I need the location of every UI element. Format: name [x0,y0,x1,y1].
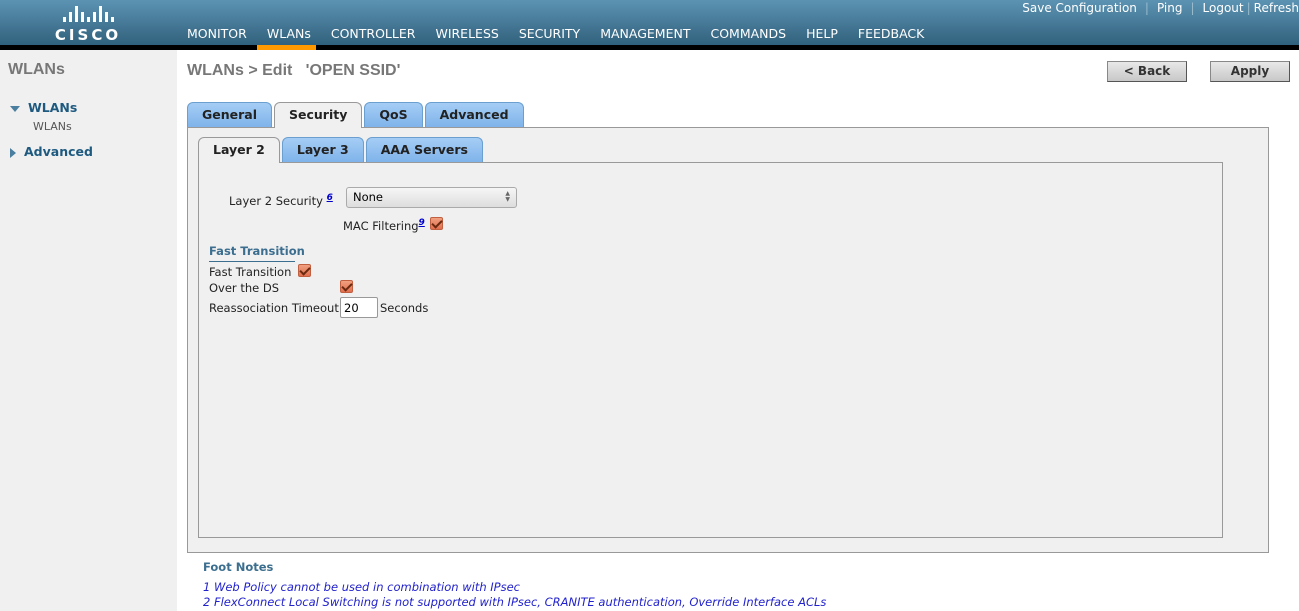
caret-right-icon [10,147,16,158]
nav-wireless[interactable]: WIRELESS [435,26,498,41]
sidebar-group-label: Advanced [24,144,93,159]
sidebar-group-label: WLANs [28,100,78,115]
reassociation-timeout-input[interactable] [340,297,378,318]
nav-controller[interactable]: CONTROLLER [331,26,416,41]
security-subtabs: Layer 2 Layer 3 AAA Servers [198,137,485,163]
layer2-security-label: Layer 2 Security 6 [229,193,333,208]
footnote-link[interactable]: 6 [327,193,333,203]
nav-management[interactable]: MANAGEMENT [600,26,690,41]
cisco-logo: CISCO [52,4,124,44]
footnotes-heading: Foot Notes [203,560,274,574]
nav-help[interactable]: HELP [806,26,838,41]
header-divider [0,45,1299,50]
tab-qos[interactable]: QoS [364,102,423,127]
caret-down-icon [10,105,20,112]
tab-advanced[interactable]: Advanced [424,102,524,127]
nav-commands[interactable]: COMMANDS [710,26,786,41]
tab-general[interactable]: General [187,102,272,127]
select-value: None [353,190,384,204]
page-title: WLANs > Edit 'OPEN SSID' [187,62,401,79]
mac-filtering-label: MAC Filtering9 [343,218,425,233]
sidebar: WLANs WLANs WLANs Advanced [0,50,177,611]
footnote-item: 1 Web Policy cannot be used in combinati… [203,580,520,594]
sidebar-group-wlans[interactable]: WLANs [10,100,77,115]
footnote-item: 2 FlexConnect Local Switching is not sup… [203,595,827,609]
ping-link[interactable]: Ping [1157,1,1183,15]
tab-layer3[interactable]: Layer 3 [281,137,364,162]
heading-underline [209,261,295,262]
sidebar-item-wlans[interactable]: WLANs [33,120,72,133]
select-arrows-icon: ▲ ▼ [505,190,510,203]
over-the-ds-label: Over the DS [209,281,279,295]
main-nav: MONITOR WLANs CONTROLLER WIRELESS SECURI… [187,26,944,41]
fast-transition-checkbox[interactable] [298,264,311,277]
back-button[interactable]: < Back [1107,61,1187,82]
seconds-label: Seconds [380,301,429,315]
nav-monitor[interactable]: MONITOR [187,26,247,41]
main-tabs: General Security QoS Advanced [187,102,526,128]
nav-feedback[interactable]: FEEDBACK [858,26,924,41]
layer2-security-select[interactable]: None ▲ ▼ [346,187,517,208]
nav-security[interactable]: SECURITY [519,26,580,41]
save-configuration-link[interactable]: Save Configuration [1022,1,1137,15]
sidebar-title: WLANs [8,61,65,78]
tab-layer2[interactable]: Layer 2 [198,137,280,163]
logout-link[interactable]: Logout [1203,1,1244,15]
tab-aaa-servers[interactable]: AAA Servers [365,137,483,162]
apply-button[interactable]: Apply [1210,61,1290,82]
fast-transition-heading: Fast Transition [209,244,305,258]
over-the-ds-checkbox[interactable] [340,280,353,293]
mac-filtering-checkbox[interactable] [430,217,443,230]
sidebar-group-advanced[interactable]: Advanced [10,144,93,159]
tab-security[interactable]: Security [274,102,363,128]
fast-transition-label: Fast Transition [209,265,292,279]
nav-wlans[interactable]: WLANs [267,26,311,41]
reassociation-timeout-label: Reassociation Timeout [209,301,339,315]
refresh-link[interactable]: Refresh [1254,1,1299,15]
footnote-link[interactable]: 9 [419,218,425,228]
top-links: Save Configuration | Ping | Logout | Refresh [1022,1,1299,15]
active-nav-indicator [257,45,316,50]
